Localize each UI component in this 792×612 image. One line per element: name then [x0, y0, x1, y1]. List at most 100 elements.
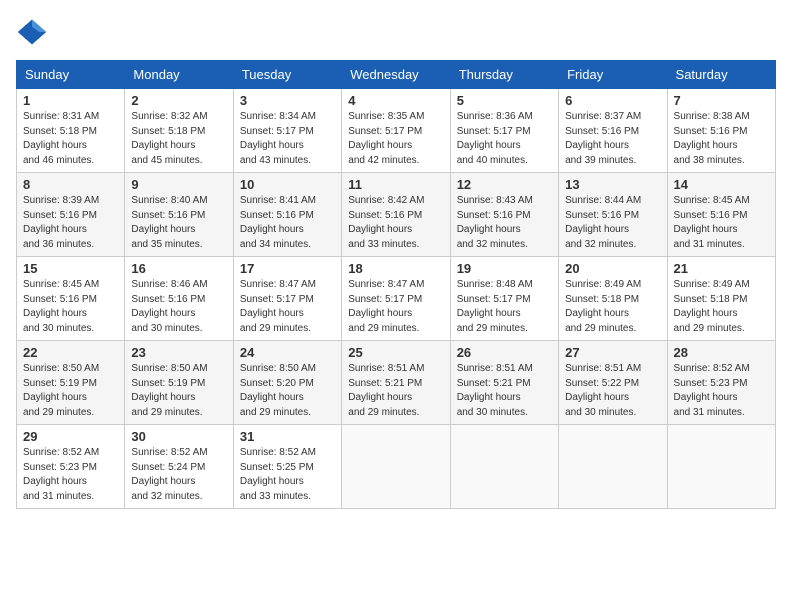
- day-info: Sunrise: 8:35 AMSunset: 5:17 PMDaylight …: [348, 111, 424, 166]
- calendar-cell: 4 Sunrise: 8:35 AMSunset: 5:17 PMDaylight…: [342, 89, 450, 173]
- day-number: 23: [131, 345, 226, 360]
- day-number: 9: [131, 177, 226, 192]
- day-info: Sunrise: 8:39 AMSunset: 5:16 PMDaylight …: [23, 195, 99, 250]
- calendar-header-thursday: Thursday: [450, 61, 558, 89]
- calendar-cell: 27 Sunrise: 8:51 AMSunset: 5:22 PMDayligh…: [559, 341, 667, 425]
- calendar-table: SundayMondayTuesdayWednesdayThursdayFrid…: [16, 60, 776, 509]
- day-number: 26: [457, 345, 552, 360]
- day-number: 16: [131, 261, 226, 276]
- calendar-header-sunday: Sunday: [17, 61, 125, 89]
- calendar-cell: 9 Sunrise: 8:40 AMSunset: 5:16 PMDaylight…: [125, 173, 233, 257]
- calendar-cell: 29Sunrise: 8:52 AMSunset: 5:23 PMDayligh…: [17, 425, 125, 509]
- calendar-cell: 31 Sunrise: 8:52 AMSunset: 5:25 PMDayligh…: [233, 425, 341, 509]
- day-info: Sunrise: 8:51 AMSunset: 5:22 PMDaylight …: [565, 363, 641, 418]
- calendar-cell: 25 Sunrise: 8:51 AMSunset: 5:21 PMDayligh…: [342, 341, 450, 425]
- calendar-cell: 24 Sunrise: 8:50 AMSunset: 5:20 PMDayligh…: [233, 341, 341, 425]
- day-info: Sunrise: 8:40 AMSunset: 5:16 PMDaylight …: [131, 195, 207, 250]
- calendar-header-saturday: Saturday: [667, 61, 775, 89]
- day-info: Sunrise: 8:49 AMSunset: 5:18 PMDaylight …: [674, 279, 750, 334]
- calendar-cell: 13 Sunrise: 8:44 AMSunset: 5:16 PMDayligh…: [559, 173, 667, 257]
- day-number: 4: [348, 93, 443, 108]
- day-number: 10: [240, 177, 335, 192]
- day-info: Sunrise: 8:52 AMSunset: 5:23 PMDaylight …: [23, 447, 99, 502]
- calendar-cell: 7 Sunrise: 8:38 AMSunset: 5:16 PMDaylight…: [667, 89, 775, 173]
- day-number: 6: [565, 93, 660, 108]
- day-number: 18: [348, 261, 443, 276]
- calendar-body: 1Sunrise: 8:31 AMSunset: 5:18 PMDaylight…: [17, 89, 776, 509]
- day-number: 31: [240, 429, 335, 444]
- day-number: 13: [565, 177, 660, 192]
- calendar-week-row: 1Sunrise: 8:31 AMSunset: 5:18 PMDaylight…: [17, 89, 776, 173]
- day-info: Sunrise: 8:32 AMSunset: 5:18 PMDaylight …: [131, 111, 207, 166]
- calendar-cell: 21Sunrise: 8:49 AMSunset: 5:18 PMDayligh…: [667, 257, 775, 341]
- day-info: Sunrise: 8:43 AMSunset: 5:16 PMDaylight …: [457, 195, 533, 250]
- calendar-cell: 1Sunrise: 8:31 AMSunset: 5:18 PMDaylight…: [17, 89, 125, 173]
- calendar-cell: 3 Sunrise: 8:34 AMSunset: 5:17 PMDaylight…: [233, 89, 341, 173]
- calendar-cell: 12 Sunrise: 8:43 AMSunset: 5:16 PMDayligh…: [450, 173, 558, 257]
- day-number: 27: [565, 345, 660, 360]
- calendar-header-friday: Friday: [559, 61, 667, 89]
- calendar-cell: 5 Sunrise: 8:36 AMSunset: 5:17 PMDaylight…: [450, 89, 558, 173]
- calendar-week-row: 22 Sunrise: 8:50 AMSunset: 5:19 PMDayligh…: [17, 341, 776, 425]
- day-info: Sunrise: 8:47 AMSunset: 5:17 PMDaylight …: [240, 279, 316, 334]
- day-number: 14: [674, 177, 769, 192]
- calendar-cell: 14Sunrise: 8:45 AMSunset: 5:16 PMDayligh…: [667, 173, 775, 257]
- day-number: 20: [565, 261, 660, 276]
- day-info: Sunrise: 8:41 AMSunset: 5:16 PMDaylight …: [240, 195, 316, 250]
- day-info: Sunrise: 8:38 AMSunset: 5:16 PMDaylight …: [674, 111, 750, 166]
- calendar-header-row: SundayMondayTuesdayWednesdayThursdayFrid…: [17, 61, 776, 89]
- day-info: Sunrise: 8:36 AMSunset: 5:17 PMDaylight …: [457, 111, 533, 166]
- day-number: 22: [23, 345, 118, 360]
- day-info: Sunrise: 8:49 AMSunset: 5:18 PMDaylight …: [565, 279, 641, 334]
- day-number: 25: [348, 345, 443, 360]
- day-number: 5: [457, 93, 552, 108]
- day-info: Sunrise: 8:52 AMSunset: 5:24 PMDaylight …: [131, 447, 207, 502]
- calendar-week-row: 29Sunrise: 8:52 AMSunset: 5:23 PMDayligh…: [17, 425, 776, 509]
- day-info: Sunrise: 8:46 AMSunset: 5:16 PMDaylight …: [131, 279, 207, 334]
- calendar-cell: [667, 425, 775, 509]
- logo-icon: [16, 16, 48, 48]
- calendar-cell: 28Sunrise: 8:52 AMSunset: 5:23 PMDayligh…: [667, 341, 775, 425]
- day-number: 2: [131, 93, 226, 108]
- calendar-cell: 23Sunrise: 8:50 AMSunset: 5:19 PMDayligh…: [125, 341, 233, 425]
- calendar-cell: 22 Sunrise: 8:50 AMSunset: 5:19 PMDayligh…: [17, 341, 125, 425]
- day-info: Sunrise: 8:50 AMSunset: 5:19 PMDaylight …: [23, 363, 99, 418]
- day-info: Sunrise: 8:37 AMSunset: 5:16 PMDaylight …: [565, 111, 641, 166]
- day-info: Sunrise: 8:42 AMSunset: 5:16 PMDaylight …: [348, 195, 424, 250]
- day-info: Sunrise: 8:51 AMSunset: 5:21 PMDaylight …: [348, 363, 424, 418]
- calendar-cell: 6 Sunrise: 8:37 AMSunset: 5:16 PMDaylight…: [559, 89, 667, 173]
- calendar-cell: [342, 425, 450, 509]
- calendar-cell: 20 Sunrise: 8:49 AMSunset: 5:18 PMDayligh…: [559, 257, 667, 341]
- day-info: Sunrise: 8:47 AMSunset: 5:17 PMDaylight …: [348, 279, 424, 334]
- day-number: 11: [348, 177, 443, 192]
- calendar-cell: [450, 425, 558, 509]
- day-info: Sunrise: 8:31 AMSunset: 5:18 PMDaylight …: [23, 111, 99, 166]
- calendar-cell: 2 Sunrise: 8:32 AMSunset: 5:18 PMDaylight…: [125, 89, 233, 173]
- day-number: 19: [457, 261, 552, 276]
- day-info: Sunrise: 8:50 AMSunset: 5:20 PMDaylight …: [240, 363, 316, 418]
- calendar-cell: 11 Sunrise: 8:42 AMSunset: 5:16 PMDayligh…: [342, 173, 450, 257]
- calendar-cell: 19 Sunrise: 8:48 AMSunset: 5:17 PMDayligh…: [450, 257, 558, 341]
- day-number: 7: [674, 93, 769, 108]
- day-number: 8: [23, 177, 118, 192]
- calendar-cell: 17Sunrise: 8:47 AMSunset: 5:17 PMDayligh…: [233, 257, 341, 341]
- calendar-cell: 18 Sunrise: 8:47 AMSunset: 5:17 PMDayligh…: [342, 257, 450, 341]
- day-number: 12: [457, 177, 552, 192]
- day-info: Sunrise: 8:51 AMSunset: 5:21 PMDaylight …: [457, 363, 533, 418]
- day-number: 3: [240, 93, 335, 108]
- calendar-cell: 26 Sunrise: 8:51 AMSunset: 5:21 PMDayligh…: [450, 341, 558, 425]
- day-info: Sunrise: 8:45 AMSunset: 5:16 PMDaylight …: [23, 279, 99, 334]
- day-number: 15: [23, 261, 118, 276]
- day-number: 30: [131, 429, 226, 444]
- calendar-cell: 30 Sunrise: 8:52 AMSunset: 5:24 PMDayligh…: [125, 425, 233, 509]
- day-number: 28: [674, 345, 769, 360]
- calendar-cell: [559, 425, 667, 509]
- day-info: Sunrise: 8:52 AMSunset: 5:25 PMDaylight …: [240, 447, 316, 502]
- day-info: Sunrise: 8:48 AMSunset: 5:17 PMDaylight …: [457, 279, 533, 334]
- logo: [16, 16, 52, 48]
- day-info: Sunrise: 8:34 AMSunset: 5:17 PMDaylight …: [240, 111, 316, 166]
- day-info: Sunrise: 8:44 AMSunset: 5:16 PMDaylight …: [565, 195, 641, 250]
- calendar-header-tuesday: Tuesday: [233, 61, 341, 89]
- calendar-week-row: 8 Sunrise: 8:39 AMSunset: 5:16 PMDaylight…: [17, 173, 776, 257]
- day-number: 24: [240, 345, 335, 360]
